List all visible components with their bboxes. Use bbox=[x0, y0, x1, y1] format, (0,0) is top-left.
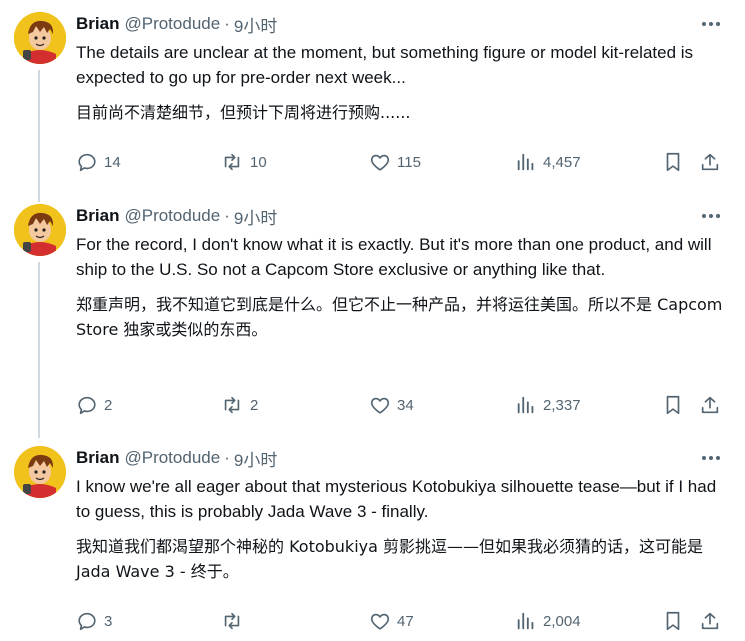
cartoon-avatar-icon bbox=[14, 204, 66, 256]
action-bar: 14 10 115 4,457 bbox=[0, 149, 745, 175]
views-button[interactable]: 2,004 bbox=[515, 608, 581, 634]
like-count: 115 bbox=[397, 153, 421, 171]
share-icon bbox=[701, 612, 719, 630]
views-icon bbox=[517, 396, 534, 414]
retweet-icon bbox=[224, 153, 240, 171]
reply-icon bbox=[78, 612, 96, 631]
share-icon bbox=[701, 153, 719, 171]
tweet-text: For the record, I don't know what it is … bbox=[76, 232, 726, 342]
avatar[interactable] bbox=[14, 446, 66, 498]
retweet-count: 2 bbox=[250, 396, 259, 414]
separator-dot: · bbox=[224, 14, 230, 33]
reply-count: 3 bbox=[104, 612, 113, 630]
retweet-icon bbox=[224, 396, 240, 414]
bookmark-button[interactable] bbox=[662, 608, 684, 634]
tweet-text-en: I know we're all eager about that myster… bbox=[76, 477, 717, 521]
views-icon bbox=[517, 153, 534, 171]
avatar[interactable] bbox=[14, 12, 66, 64]
heart-icon bbox=[370, 154, 390, 171]
view-count: 2,337 bbox=[543, 396, 581, 414]
tweet-header: Brian @Protodude · 9小时 bbox=[76, 446, 277, 470]
bookmark-button[interactable] bbox=[662, 149, 684, 175]
tweet-text-en: For the record, I don't know what it is … bbox=[76, 235, 712, 279]
reply-count: 14 bbox=[104, 153, 121, 171]
author-handle[interactable]: @Protodude bbox=[124, 206, 220, 226]
separator-dot: · bbox=[224, 448, 230, 467]
bookmark-button[interactable] bbox=[662, 392, 684, 418]
view-count: 2,004 bbox=[543, 612, 581, 630]
retweet-button[interactable]: 2 bbox=[220, 392, 258, 418]
author-handle[interactable]: @Protodude bbox=[124, 448, 220, 468]
tweet[interactable]: Brian @Protodude · 9小时 I know we're all … bbox=[0, 436, 745, 641]
tweet-text: I know we're all eager about that myster… bbox=[76, 474, 726, 584]
timestamp[interactable]: 9小时 bbox=[234, 446, 277, 471]
bookmark-icon bbox=[666, 152, 680, 172]
views-icon bbox=[517, 612, 534, 630]
like-button[interactable]: 47 bbox=[369, 608, 414, 634]
reply-button[interactable]: 14 bbox=[76, 149, 121, 175]
retweet-icon bbox=[224, 612, 240, 630]
like-button[interactable]: 34 bbox=[369, 392, 414, 418]
avatar[interactable] bbox=[14, 204, 66, 256]
tweet-text-zh: 郑重声明，我不知道它到底是什么。但它不止一种产品，并将运往美国。所以不是 Cap… bbox=[76, 295, 723, 339]
share-icon bbox=[701, 396, 719, 414]
more-button[interactable] bbox=[698, 14, 724, 34]
author-name[interactable]: Brian bbox=[76, 448, 119, 468]
cartoon-avatar-icon bbox=[14, 446, 66, 498]
like-button[interactable]: 115 bbox=[369, 149, 421, 175]
retweet-button[interactable]: 10 bbox=[220, 149, 267, 175]
heart-icon bbox=[370, 613, 390, 630]
retweet-count: 10 bbox=[250, 153, 267, 171]
author-name[interactable]: Brian bbox=[76, 206, 119, 226]
like-count: 34 bbox=[397, 396, 414, 414]
more-icon bbox=[702, 22, 720, 26]
more-icon bbox=[702, 214, 720, 218]
retweet-button[interactable] bbox=[220, 608, 250, 634]
tweet-text-zh: 目前尚不清楚细节，但预计下周将进行预购...... bbox=[76, 103, 411, 122]
share-button[interactable] bbox=[699, 392, 721, 418]
reply-button[interactable]: 3 bbox=[76, 608, 112, 634]
bookmark-icon bbox=[666, 611, 680, 631]
tweet-text-zh: 我知道我们都渴望那个神秘的 Kotobukiya 剪影挑逗——但如果我必须猜的话… bbox=[76, 537, 704, 581]
cartoon-avatar-icon bbox=[14, 12, 66, 64]
tweet-text: The details are unclear at the moment, b… bbox=[76, 40, 726, 125]
views-button[interactable]: 2,337 bbox=[515, 392, 581, 418]
heart-icon bbox=[370, 397, 390, 414]
reply-icon bbox=[78, 153, 96, 172]
action-bar: 2 2 34 2,337 bbox=[0, 392, 745, 418]
reply-button[interactable]: 2 bbox=[76, 392, 112, 418]
views-button[interactable]: 4,457 bbox=[515, 149, 581, 175]
more-button[interactable] bbox=[698, 448, 724, 468]
separator-dot: · bbox=[224, 206, 230, 225]
timestamp[interactable]: 9小时 bbox=[234, 12, 277, 37]
share-button[interactable] bbox=[699, 608, 721, 634]
timestamp[interactable]: 9小时 bbox=[234, 204, 277, 229]
share-button[interactable] bbox=[699, 149, 721, 175]
tweet-header: Brian @Protodude · 9小时 bbox=[76, 12, 277, 36]
tweet-text-en: The details are unclear at the moment, b… bbox=[76, 43, 694, 87]
reply-count: 2 bbox=[104, 396, 113, 414]
more-icon bbox=[702, 456, 720, 460]
view-count: 4,457 bbox=[543, 153, 581, 171]
author-handle[interactable]: @Protodude bbox=[124, 14, 220, 34]
tweet[interactable]: Brian @Protodude · 9小时 The details are u… bbox=[0, 0, 745, 196]
reply-icon bbox=[78, 396, 96, 415]
like-count: 47 bbox=[397, 612, 414, 630]
tweet-header: Brian @Protodude · 9小时 bbox=[76, 204, 277, 228]
more-button[interactable] bbox=[698, 206, 724, 226]
action-bar: 3 47 2,004 bbox=[0, 608, 745, 634]
tweet[interactable]: Brian @Protodude · 9小时 For the record, I… bbox=[0, 196, 745, 436]
author-name[interactable]: Brian bbox=[76, 14, 119, 34]
bookmark-icon bbox=[666, 395, 680, 415]
